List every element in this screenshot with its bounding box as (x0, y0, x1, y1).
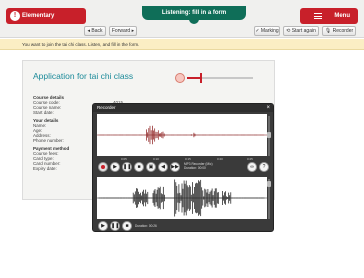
audio-player[interactable] (175, 73, 253, 83)
level-tab[interactable]: ! Elementary (6, 8, 86, 24)
instruction-text: You want to join the tai chi class. List… (0, 39, 364, 50)
link-icon[interactable]: ∞ (247, 162, 257, 172)
rewind-icon[interactable]: ◀ (158, 162, 168, 172)
help-icon[interactable]: ? (259, 162, 269, 172)
play-button[interactable]: ▶ (110, 162, 120, 172)
save-icon[interactable]: ▣ (146, 162, 156, 172)
form-title: Application for tai chi class (33, 71, 134, 81)
alert-icon: ! (10, 11, 20, 21)
recorded-waveform[interactable] (97, 114, 267, 156)
time-label: 0:05 (121, 157, 127, 161)
field-expiry-date: Expiry date: (33, 166, 57, 171)
recorder-title-text: Recorder (97, 105, 116, 110)
play-icon[interactable] (175, 73, 185, 83)
audio-progress-fill (187, 77, 201, 79)
waveform-recorded-svg (97, 125, 267, 145)
time-label: 0:20 (217, 157, 223, 161)
marking-button[interactable]: ✓ Marking (254, 26, 280, 36)
menu-button[interactable]: Menu (300, 8, 358, 24)
record-button[interactable] (98, 162, 108, 172)
play-button-bottom[interactable]: ▶ (98, 221, 108, 231)
forward-icon[interactable]: ▶▶ (170, 162, 180, 172)
field-start-date: Start date: (33, 110, 54, 115)
back-button[interactable]: ◂ Back (84, 26, 106, 36)
recorder-title[interactable]: Recorder × (93, 104, 273, 112)
field-phone: Phone number: (33, 138, 64, 143)
menu-label: Menu (334, 13, 350, 19)
recorder-duration: Duration: 00:26 (135, 224, 157, 228)
top-bar: ! Elementary Listening: fill in a form M… (0, 0, 364, 38)
time-label: 0:25 (247, 157, 253, 161)
hamburger-icon (314, 13, 322, 19)
model-waveform[interactable] (97, 177, 267, 219)
time-axis-top: 0:05 0:10 0:15 0:20 0:25 (97, 157, 267, 162)
audio-progress-handle[interactable] (200, 73, 202, 83)
recorder-info-line-2: Duration: 00:00 (184, 166, 206, 170)
start-again-button[interactable]: ⟲ Start again (283, 26, 319, 36)
scrollbar-thumb-top[interactable] (267, 132, 271, 138)
scrollbar-bottom[interactable] (267, 179, 271, 219)
stop-button-bottom[interactable]: ■ (122, 221, 132, 231)
close-icon[interactable]: × (266, 104, 270, 112)
stop-button[interactable]: ■ (134, 162, 144, 172)
recorder-window[interactable]: Recorder × 0:05 0:10 0:15 0:20 0:25 ▶ ❚❚… (92, 103, 274, 232)
page: ! Elementary Listening: fill in a form M… (0, 0, 364, 278)
recorder-button[interactable]: 🎙 Recorder (322, 26, 356, 36)
forward-button[interactable]: Forward ▸ (109, 26, 137, 36)
level-label: Elementary (22, 13, 55, 19)
time-label: 0:15 (185, 157, 191, 161)
chevron-down-icon[interactable] (189, 18, 199, 24)
scrollbar-thumb-bottom[interactable] (267, 181, 271, 187)
time-label: 0:10 (153, 157, 159, 161)
pause-button[interactable]: ❚❚ (122, 162, 132, 172)
scrollbar-top[interactable] (267, 116, 271, 156)
waveform-model-svg (97, 179, 267, 217)
pause-button-bottom[interactable]: ❚❚ (110, 221, 120, 231)
